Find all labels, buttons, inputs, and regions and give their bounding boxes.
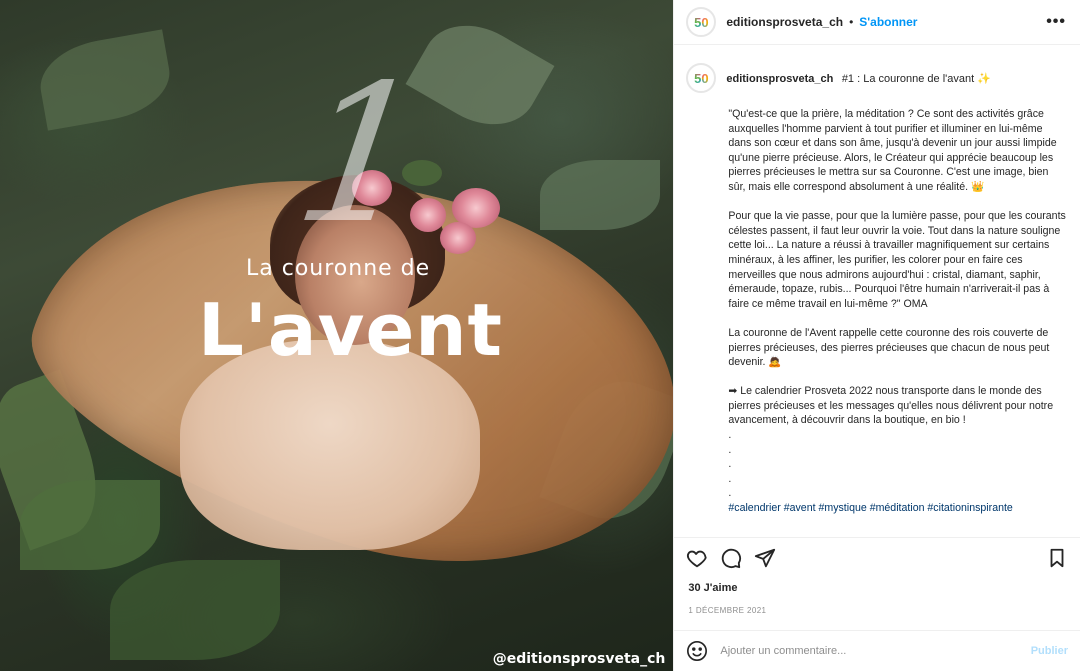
caption-dot: .: [728, 443, 732, 456]
overlay-subtitle: La couronne de: [246, 256, 431, 281]
post-image[interactable]: 1 La couronne de L'avent @editionsprosve…: [0, 0, 674, 671]
comment-icon[interactable]: [720, 547, 742, 569]
caption-paragraph: La couronne de l'Avent rappelle cette co…: [728, 326, 1050, 369]
caption-title: #1 : La couronne de l'avant ✨: [841, 73, 991, 85]
header-separator: •: [849, 15, 854, 29]
overlay-title: L'avent: [198, 288, 503, 372]
caption-dot: .: [728, 429, 732, 442]
heart-icon[interactable]: [686, 547, 708, 569]
more-icon[interactable]: •••: [1046, 13, 1066, 31]
comment-bar: Publier: [674, 630, 1080, 671]
caption-body: "Qu'est-ce que la prière, la méditation …: [728, 107, 1066, 516]
leaf-decoration: [110, 560, 280, 660]
caption-dot: .: [728, 458, 732, 471]
image-watermark: @editionsprosveta_ch: [492, 651, 666, 667]
caption-paragraph: "Qu'est-ce que la prière, la méditation …: [728, 108, 1057, 193]
post-side-panel: 50 editionsprosveta_ch • S'abonner ••• 5…: [673, 0, 1080, 671]
avatar-text: 50: [694, 70, 709, 86]
flower: [410, 198, 446, 232]
emoji-icon[interactable]: [686, 640, 708, 662]
header-username[interactable]: editionsprosveta_ch: [726, 15, 843, 29]
post-date: 1 DÉCEMBRE 2021: [688, 606, 767, 615]
like-count[interactable]: 30 J'aime: [674, 578, 1080, 598]
follow-button[interactable]: S'abonner: [859, 15, 917, 29]
instagram-post: 1 La couronne de L'avent @editionsprosve…: [0, 0, 1080, 671]
avatar[interactable]: 50: [686, 7, 717, 37]
caption-area[interactable]: 50 editionsprosveta_ch #1 : La couronne …: [674, 45, 1080, 537]
comment-input[interactable]: [718, 644, 1031, 658]
caption-paragraph: Pour que la vie passe, pour que la lumiè…: [728, 210, 1066, 310]
leaf-decoration: [20, 480, 160, 570]
caption-header: 50 editionsprosveta_ch #1 : La couronne …: [686, 63, 1066, 93]
caption-dot: .: [728, 472, 732, 485]
caption-username[interactable]: editionsprosveta_ch: [726, 73, 833, 85]
caption-hashtags[interactable]: #calendrier #avent #mystique #méditation…: [728, 501, 1066, 516]
avatar[interactable]: 50: [686, 63, 717, 93]
leaf-decoration: [540, 160, 660, 230]
caption-dots: . . . . .: [728, 428, 1066, 501]
share-icon[interactable]: [754, 547, 776, 569]
avatar-text: 50: [694, 14, 709, 30]
bookmark-icon[interactable]: [1046, 547, 1068, 569]
caption-paragraph: ➡ Le calendrier Prosveta 2022 nous trans…: [728, 385, 1054, 427]
caption-dot: .: [728, 487, 732, 500]
publish-button[interactable]: Publier: [1031, 645, 1068, 657]
leaf-decoration: [34, 29, 176, 131]
flower: [440, 222, 476, 254]
action-bar: [674, 537, 1080, 578]
post-header: 50 editionsprosveta_ch • S'abonner •••: [674, 0, 1080, 45]
